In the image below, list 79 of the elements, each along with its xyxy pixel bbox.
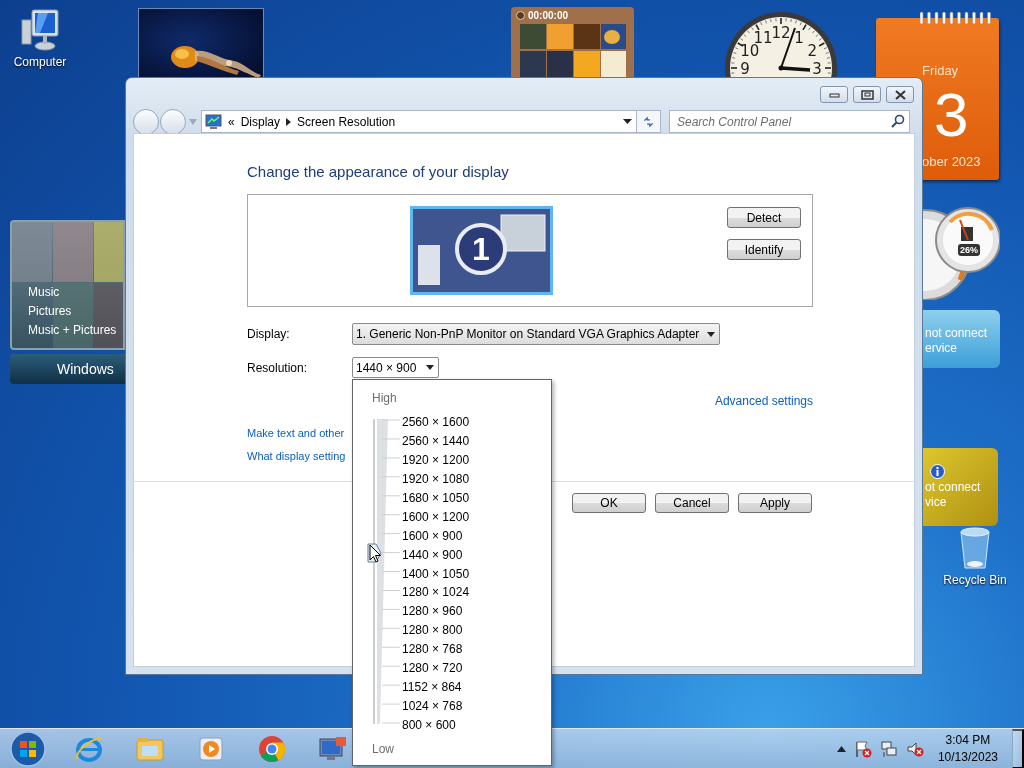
flag-icon[interactable]: [853, 739, 872, 758]
meter-reading: 26%: [958, 244, 980, 256]
status-text: vice: [925, 495, 948, 510]
breadcrumb[interactable]: Display: [240, 114, 281, 129]
menu-item[interactable]: Pictures: [28, 304, 117, 318]
media-center-title[interactable]: Windows: [10, 354, 125, 384]
clock-numeral: 3: [812, 60, 822, 77]
show-hidden-icon[interactable]: [836, 745, 846, 752]
icon-label[interactable]: Computer: [13, 55, 67, 69]
dropdown-icon[interactable]: [623, 119, 632, 124]
arrow-icon[interactable]: [286, 117, 292, 126]
computer-icon[interactable]: [20, 8, 60, 52]
menu-option[interactable]: 2560 × 1440: [402, 431, 470, 451]
push-button[interactable]: Cancel: [655, 493, 729, 513]
display-icon: [205, 113, 222, 130]
minimize-button[interactable]: [820, 86, 848, 103]
scale-label: High: [372, 391, 397, 405]
scale-label: Low: [372, 742, 394, 756]
refresh-button[interactable]: [637, 110, 661, 133]
status-text: not connect: [925, 326, 989, 341]
menu-option[interactable]: 1600 × 1200: [402, 507, 470, 527]
field-label: Resolution:: [247, 360, 309, 375]
page-heading: Change the appearance of your display: [247, 162, 510, 182]
dropdown[interactable]: 1440 × 900: [352, 357, 440, 378]
weekday-text: Friday: [922, 63, 959, 78]
menu-option[interactable]: 1920 × 1080: [402, 469, 470, 489]
day-number: 3: [934, 84, 969, 146]
network-icon[interactable]: [879, 739, 898, 758]
menu-option[interactable]: 2560 × 1600: [402, 413, 470, 432]
menu-option[interactable]: 1280 × 960: [402, 602, 463, 622]
menu-item[interactable]: Music: [28, 285, 117, 299]
clock-numeral: 9: [740, 60, 750, 77]
push-button[interactable]: OK: [572, 493, 646, 513]
field-label: Display:: [247, 327, 291, 341]
pointer-icon: [369, 543, 382, 563]
breadcrumb[interactable]: Screen Resolution: [297, 114, 396, 129]
maximize-button[interactable]: [853, 86, 881, 103]
link[interactable]: Make text and other: [247, 427, 345, 439]
push-button[interactable]: Apply: [738, 493, 812, 513]
menu-option[interactable]: 1280 × 720: [402, 659, 463, 679]
chevron-text[interactable]: «: [228, 114, 235, 129]
caret-icon[interactable]: [426, 365, 435, 370]
search-field[interactable]: Search Control Panel: [669, 110, 910, 133]
icon-label[interactable]: Recycle Bin: [943, 573, 1007, 587]
push-button[interactable]: Identify: [727, 239, 801, 260]
show-desktop-button[interactable]: [1012, 728, 1024, 768]
clock-numeral: 2: [807, 42, 817, 60]
menu-option[interactable]: 1400 × 1050: [402, 564, 470, 584]
timer-text: 00:00:00: [528, 10, 569, 21]
menu-option[interactable]: 1280 × 1024: [402, 583, 470, 603]
menu-option[interactable]: 1280 × 768: [402, 640, 463, 660]
menu-option[interactable]: 1152 × 864: [402, 678, 462, 698]
push-button[interactable]: Detect: [727, 207, 801, 228]
info-icon: [930, 464, 945, 479]
status-text: ot connect: [925, 480, 982, 495]
clock-numeral: 1: [794, 28, 804, 47]
menu-option[interactable]: 1920 × 1200: [402, 450, 470, 470]
address-bar[interactable]: « Display Screen Resolution: [201, 110, 637, 133]
close-button[interactable]: [886, 86, 914, 103]
slider-track[interactable]: [373, 419, 401, 725]
refresh-icon[interactable]: [643, 114, 654, 129]
menu-item[interactable]: Music + Pictures: [28, 323, 117, 337]
menu-option[interactable]: 1600 × 900: [402, 526, 463, 546]
menu-option[interactable]: 1280 × 800: [402, 621, 463, 641]
search-icon[interactable]: [891, 114, 905, 128]
clock-numeral: 12: [771, 24, 791, 42]
link[interactable]: Advanced settings: [714, 394, 813, 408]
maximize-icon[interactable]: [858, 88, 876, 101]
link[interactable]: What display setting: [247, 450, 346, 462]
dropdown[interactable]: 1. Generic Non-PnP Monitor on Standard VGA Graphics Adapter: [352, 323, 721, 345]
menu-option[interactable]: 1440 × 900: [402, 545, 463, 565]
caret-icon[interactable]: [707, 331, 716, 337]
menu-option[interactable]: 800 × 600: [402, 716, 456, 735]
taskbar-clock[interactable]: 3:04 PM 10/13/2023: [937, 731, 998, 766]
month-text: ober 2023: [922, 154, 981, 169]
status-text: ervice: [925, 341, 958, 356]
menu-option[interactable]: 1680 × 1050: [402, 488, 470, 508]
menu-option[interactable]: 1024 × 768: [402, 697, 463, 716]
monitor-tile[interactable]: 1: [410, 206, 553, 295]
